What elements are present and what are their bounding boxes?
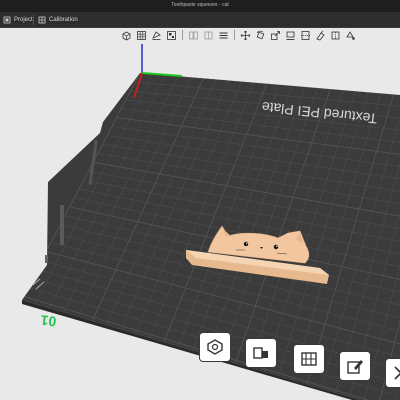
close-plate-button[interactable] [385, 358, 400, 388]
auto-orient-icon [152, 31, 161, 40]
split-objects-icon [189, 31, 198, 40]
rotate-icon [256, 30, 265, 40]
add-object-icon [122, 31, 131, 41]
plate-index: 01 [40, 312, 57, 330]
plate-grid-icon [137, 31, 146, 40]
object-toolbar [120, 30, 357, 42]
orient-plate-icon [207, 339, 223, 355]
lay-on-face-button[interactable] [284, 30, 297, 41]
close-plate-icon [394, 366, 400, 380]
arrange-icon [167, 31, 176, 40]
add-object-button[interactable] [120, 30, 133, 41]
edit-plate-button[interactable] [339, 351, 371, 381]
layers-button[interactable] [217, 30, 230, 41]
seam-paint-icon [331, 31, 340, 40]
scale-button[interactable] [269, 30, 282, 41]
color-paint-icon [346, 31, 355, 40]
plate-settings-button[interactable] [293, 344, 325, 374]
support-paint-icon [316, 30, 325, 41]
split-parts-button[interactable] [202, 30, 215, 41]
cut-icon [301, 31, 310, 40]
edit-plate-icon [347, 360, 363, 374]
cut-button[interactable] [299, 30, 312, 41]
support-paint-button[interactable] [314, 30, 327, 41]
toolbar-separator [234, 30, 235, 40]
auto-orient-button[interactable] [150, 30, 163, 41]
move-button[interactable] [239, 30, 252, 41]
layers-icon [219, 32, 228, 39]
plate-grid-button[interactable] [135, 30, 148, 41]
arrange-plate-icon [253, 347, 268, 359]
split-parts-icon [204, 31, 213, 40]
orient-plate-button[interactable] [199, 332, 231, 362]
plate-settings-icon [301, 352, 317, 366]
split-objects-button[interactable] [187, 30, 200, 41]
color-paint-button[interactable] [344, 30, 357, 41]
seam-paint-button[interactable] [329, 30, 342, 41]
toolbar-separator [182, 30, 183, 40]
arrange-button[interactable] [165, 30, 178, 41]
lay-on-face-icon [286, 31, 295, 40]
arrange-plate-button[interactable] [245, 338, 277, 368]
scale-icon [271, 31, 280, 40]
move-icon [240, 30, 251, 41]
rotate-button[interactable] [254, 30, 267, 41]
